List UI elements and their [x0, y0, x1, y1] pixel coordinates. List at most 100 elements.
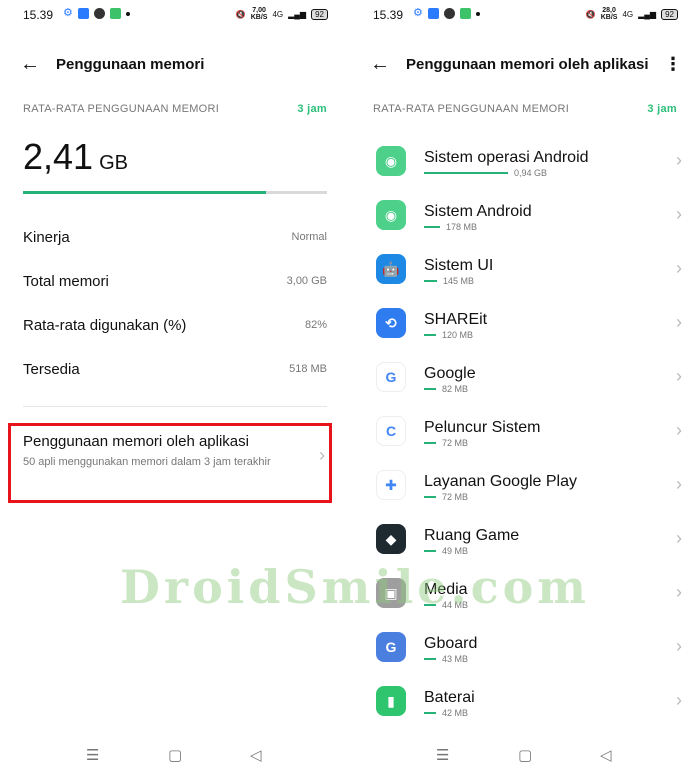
- google-play-services-icon: ✚: [376, 470, 406, 500]
- memory-usage-bar-fill: [23, 191, 267, 194]
- status-time: 15.39: [23, 8, 54, 22]
- app-list-item[interactable]: ▮ Baterai 42 MB ›: [350, 686, 700, 740]
- info-row-total-memory: Total memori 3,00 GB: [23, 273, 327, 297]
- app-memory-value: 72 MB: [442, 438, 469, 448]
- battery-level: 92: [311, 8, 328, 20]
- app-list-item[interactable]: ▣ Media 44 MB ›: [350, 578, 700, 632]
- page-title: Penggunaan memori: [56, 56, 205, 73]
- page-title: Penggunaan memori oleh aplikasi: [406, 56, 649, 73]
- section-header: RATA-RATA PENGGUNAAN MEMORI 3 jam: [373, 103, 677, 115]
- app-name: SHAREit: [424, 311, 488, 328]
- app-list-item[interactable]: ✚ Layanan Google Play 72 MB ›: [350, 470, 700, 524]
- back-icon[interactable]: ◁: [250, 746, 262, 764]
- app-memory-value: 0,94 GB: [514, 168, 548, 178]
- app-memory-bar: [424, 280, 437, 282]
- network-speed: 28,0 KB/S: [600, 7, 618, 21]
- app-list-item[interactable]: ◉ Sistem operasi Android 0,94 GB ›: [350, 146, 700, 200]
- app-list-item[interactable]: G Gboard 43 MB ›: [350, 632, 700, 686]
- app-name: Sistem operasi Android: [424, 149, 589, 166]
- app-memory-value: 43 MB: [442, 654, 469, 664]
- memory-unit: GB: [99, 152, 128, 174]
- info-value: Normal: [291, 231, 327, 243]
- memory-usage-screen: 15.39 ⚙ 🔇 7,00 KB/S 4G ▂▄▆ 92 ← Penggunaa…: [0, 0, 350, 778]
- chevron-right-icon: ›: [676, 636, 682, 656]
- gear-icon: ⚙: [413, 7, 423, 19]
- signal-icon: ▂▄▆: [288, 9, 307, 19]
- back-arrow-icon[interactable]: ←: [370, 54, 390, 74]
- chevron-right-icon: ›: [676, 582, 682, 602]
- app-list-item[interactable]: G Google 82 MB ›: [350, 362, 700, 416]
- app-list-item[interactable]: ◉ Sistem Android 178 MB ›: [350, 200, 700, 254]
- app-memory-value: 145 MB: [443, 276, 475, 286]
- app-name: Google: [424, 365, 476, 382]
- more-options-icon[interactable]: ⋮: [664, 54, 682, 74]
- app-memory-bar: [424, 388, 436, 390]
- game-space-icon: ◆: [376, 524, 406, 554]
- app-list-item[interactable]: ⟲ SHAREit 120 MB ›: [350, 308, 700, 362]
- app-list-item[interactable]: ◆ Ruang Game 49 MB ›: [350, 524, 700, 578]
- memory-value: 2,41: [23, 136, 94, 177]
- app-memory-value: 44 MB: [442, 600, 469, 610]
- info-label: Total memori: [23, 273, 109, 290]
- back-icon[interactable]: ◁: [600, 746, 612, 764]
- app-memory-usage-link[interactable]: Penggunaan memori oleh aplikasi 50 apli …: [23, 433, 333, 481]
- coloros-icon: C: [376, 416, 406, 446]
- menu-icon[interactable]: ☰: [436, 746, 449, 764]
- app-memory-bar: [424, 172, 508, 174]
- app-memory-value: 49 MB: [442, 546, 469, 556]
- app-name: Baterai: [424, 689, 475, 706]
- app-memory-bar: [424, 550, 436, 552]
- average-memory-value: 2,41 GB: [23, 136, 128, 178]
- home-icon[interactable]: ▢: [168, 746, 182, 764]
- more-notifications-icon: [125, 11, 130, 16]
- app-memory-bar: [424, 604, 436, 606]
- app-name: Layanan Google Play: [424, 473, 577, 490]
- chevron-right-icon: ›: [676, 474, 682, 494]
- app-memory-value: 42 MB: [442, 708, 469, 718]
- app-name: Sistem Android: [424, 203, 532, 220]
- status-bar: 15.39 ⚙ 🔇 28,0 KB/S 4G ▂▄▆ 92: [350, 0, 700, 30]
- app-memory-bar: [424, 442, 436, 444]
- info-value: 82%: [304, 319, 327, 331]
- shareit-icon: ⟲: [376, 308, 406, 338]
- info-row-average-used: Rata-rata digunakan (%) 82%: [23, 317, 327, 341]
- info-row-available: Tersedia 518 MB: [23, 361, 327, 385]
- app-memory-bar: [424, 226, 440, 228]
- app-memory-usage-screen: 15.39 ⚙ 🔇 28,0 KB/S 4G ▂▄▆ 92 ← Penggunaa…: [350, 0, 700, 778]
- menu-icon[interactable]: ☰: [86, 746, 99, 764]
- app-list-item[interactable]: 🤖 Sistem UI 145 MB ›: [350, 254, 700, 308]
- back-arrow-icon[interactable]: ←: [20, 54, 40, 74]
- divider: [23, 406, 327, 407]
- notification-z-icon: [443, 8, 455, 19]
- app-name: Media: [424, 581, 468, 598]
- signal-icon: ▂▄▆: [638, 9, 657, 19]
- period-selector[interactable]: 3 jam: [297, 103, 327, 115]
- info-value: 3,00 GB: [286, 275, 327, 287]
- app-memory-bar: [424, 496, 436, 498]
- gear-icon: ⚙: [63, 7, 73, 19]
- app-memory-value: 178 MB: [446, 222, 478, 232]
- media-icon: ▣: [376, 578, 406, 608]
- app-memory-bar: [424, 334, 436, 336]
- app-name: Sistem UI: [424, 257, 494, 274]
- mute-icon: 🔇: [235, 9, 246, 19]
- app-memory-bar: [424, 712, 436, 714]
- status-bar: 15.39 ⚙ 🔇 7,00 KB/S 4G ▂▄▆ 92: [0, 0, 350, 30]
- network-speed: 7,00 KB/S: [250, 7, 268, 21]
- app-memory-value: 82 MB: [442, 384, 469, 394]
- chevron-right-icon: ›: [676, 528, 682, 548]
- chevron-right-icon: ›: [676, 420, 682, 440]
- info-label: Rata-rata digunakan (%): [23, 317, 187, 334]
- status-time: 15.39: [373, 8, 404, 22]
- app-notification-icon: [427, 8, 439, 19]
- battery-level: 92: [661, 8, 678, 20]
- android-robot-icon: 🤖: [376, 254, 406, 284]
- section-label: RATA-RATA PENGGUNAAN MEMORI: [373, 103, 570, 115]
- app-memory-value: 72 MB: [442, 492, 469, 502]
- home-icon[interactable]: ▢: [518, 746, 532, 764]
- mute-icon: 🔇: [585, 9, 596, 19]
- period-selector[interactable]: 3 jam: [647, 103, 677, 115]
- android-os-icon: ◉: [376, 146, 406, 176]
- app-list-item[interactable]: C Peluncur Sistem 72 MB ›: [350, 416, 700, 470]
- notification-g-icon: [459, 8, 471, 19]
